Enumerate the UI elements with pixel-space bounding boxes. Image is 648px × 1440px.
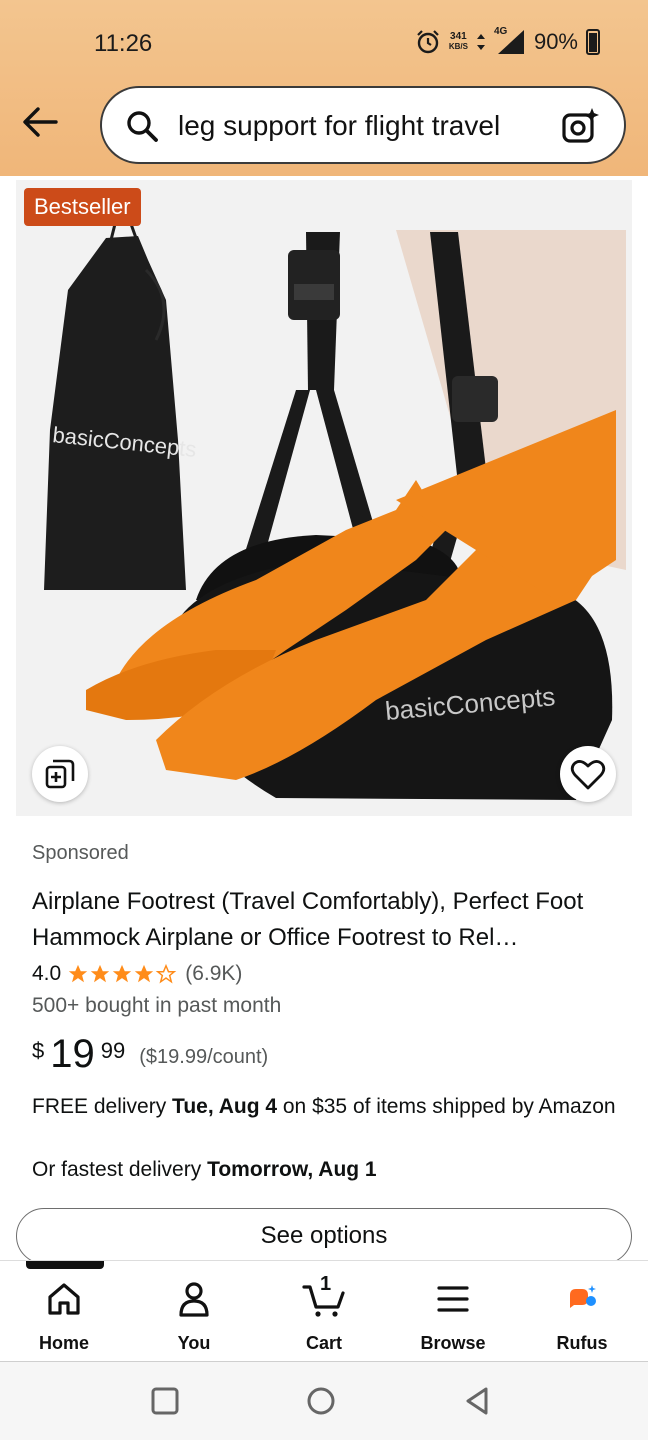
price: $ 19 99 ($19.99/count) [32,1032,268,1076]
nav-home-label: Home [38,1333,89,1353]
recent-apps-icon[interactable] [148,1384,182,1418]
see-options-button[interactable]: See options [16,1208,632,1264]
product-image[interactable]: basicConcepts basicConcepts Bestseller [16,180,632,816]
system-nav-bar [0,1362,648,1440]
nav-rufus-label: Rufus [556,1333,608,1353]
network-speed: 341 KB/S [449,32,468,52]
compare-button[interactable] [32,746,88,802]
price-per-unit: ($19.99/count) [139,1046,269,1068]
battery-icon [586,29,600,55]
price-currency: $ [32,1038,45,1063]
delivery-suffix: on $35 of items shipped by Amazon [277,1095,616,1118]
user-icon [179,1282,209,1317]
data-arrows-icon [476,34,485,50]
rating-stars [67,963,177,985]
star-full-icon [135,964,154,983]
speed-value: 341 [450,31,467,42]
price-fraction: 99 [100,1038,126,1063]
delivery-prefix: FREE delivery [32,1095,173,1118]
status-icons: 341 KB/S 4G 90% [415,26,600,56]
search-input[interactable]: leg support for flight travel [178,110,500,142]
nav-you-label: You [177,1333,211,1353]
price-whole: 19 [50,1032,95,1076]
nav-browse[interactable]: Browse [403,1279,503,1354]
nav-cart-label: Cart [305,1333,342,1353]
fastest-prefix: Or fastest delivery [32,1158,208,1181]
delivery-info: FREE delivery Tue, Aug 4 on $35 of items… [32,1092,622,1122]
active-tab-indicator [26,1261,104,1269]
star-full-icon [69,964,88,983]
back-triangle-icon[interactable] [460,1384,494,1418]
product-title[interactable]: Airplane Footrest (Travel Comfortably), … [32,884,622,956]
cart-icon-wrap: 1 [302,1273,346,1319]
rufus-icon [570,1285,596,1308]
alarm-icon [417,30,439,54]
camera-lens-icon[interactable] [560,106,600,146]
search-icon [127,111,158,142]
rating-count: (6.9K) [185,962,243,985]
star-full-icon [113,964,132,983]
product-card[interactable]: basicConcepts basicConcepts Bestseller S… [16,180,632,1264]
sponsored-label: Sponsored [32,842,129,864]
nav-you[interactable]: You [144,1279,244,1354]
battery-text: 90% [533,29,578,54]
fastest-delivery: Or fastest delivery Tomorrow, Aug 1 [32,1158,377,1182]
bought-count: 500+ bought in past month [32,994,282,1017]
fastest-date: Tomorrow, Aug 1 [207,1158,377,1181]
speed-unit: KB/S [448,42,468,51]
bottom-nav: Home You 1 Cart Browse Rufus [0,1260,648,1362]
star-empty-icon [155,963,177,984]
heart-icon [570,760,606,790]
cart-count-badge: 1 [320,1273,332,1295]
home-circle-icon[interactable] [304,1384,338,1418]
network-type: 4G [493,26,508,37]
nav-rufus[interactable]: Rufus [532,1279,632,1354]
bestseller-badge: Bestseller [24,188,141,226]
star-full-icon [91,964,110,983]
nav-cart[interactable]: 1 Cart [274,1273,374,1354]
home-icon [48,1283,80,1315]
status-bar: 11:26 341 KB/S 4G 90% [0,0,648,84]
delivery-date: Tue, Aug 4 [172,1095,278,1118]
back-arrow-icon[interactable] [20,104,60,140]
compare-icon [45,759,75,789]
rating-value: 4.0 [32,962,62,985]
nav-home[interactable]: Home [14,1279,114,1354]
signal-indicator: 4G [493,26,526,56]
nav-browse-label: Browse [420,1333,486,1353]
product-illustration: basicConcepts basicConcepts [16,180,632,816]
search-bar[interactable]: leg support for flight travel [100,86,626,164]
rating-row[interactable]: 4.0 (6.9K) [32,962,242,986]
wishlist-button[interactable] [560,746,616,802]
app-header: 11:26 341 KB/S 4G 90% leg support for fl… [0,0,648,176]
status-time: 11:26 [94,30,153,57]
menu-icon [437,1286,469,1312]
